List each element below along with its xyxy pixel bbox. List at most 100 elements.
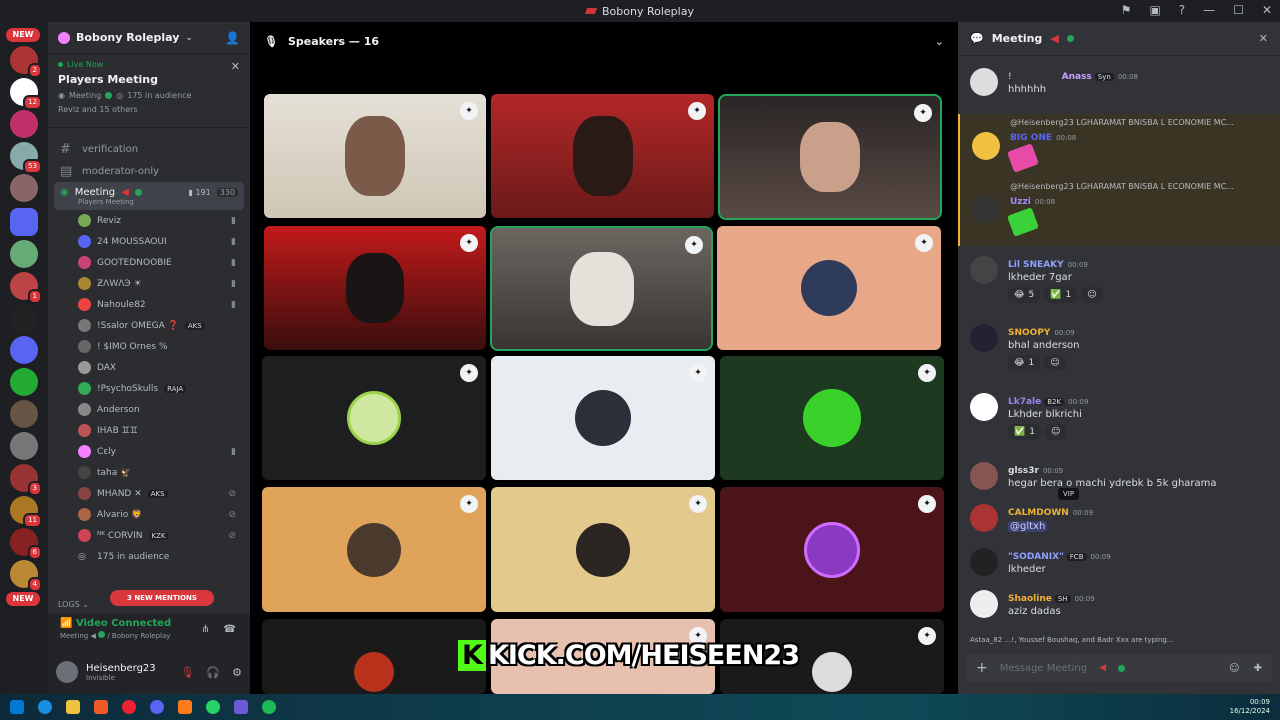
chat-message[interactable]: Lk7ale B2K 00:09 Lkhder blkrichi ✅ 1 ☺ — [958, 385, 1280, 440]
message-author[interactable]: "SODANIX" — [1008, 552, 1064, 562]
guild-header[interactable]: Bobony Roleplay ⌄ 👤 — [48, 22, 250, 54]
server-icon[interactable] — [10, 240, 38, 268]
chat-message[interactable]: "SODANIX" FCB 00:09 lkheder — [958, 540, 1280, 576]
chat-message[interactable]: Shaoline SH 00:09 aziz dadas — [958, 582, 1280, 618]
obs-icon[interactable] — [122, 700, 136, 714]
speaker-tile[interactable]: ✦ — [720, 356, 944, 480]
server-icon[interactable] — [10, 432, 38, 460]
close-icon[interactable]: ✕ — [1259, 32, 1268, 45]
server-icon[interactable] — [10, 368, 38, 396]
server-icon[interactable]: 6 — [10, 528, 42, 560]
message-composer[interactable]: + Message Meeting ◀ ☺ ✚ — [966, 654, 1272, 682]
server-icon[interactable] — [10, 174, 38, 202]
avatar[interactable] — [970, 256, 998, 284]
voice-user[interactable]: Anderson — [48, 399, 250, 420]
speaker-tile[interactable]: ✦ — [720, 487, 944, 612]
system-tray[interactable]: 00:09 16/12/2024 — [1230, 698, 1270, 716]
message-input[interactable]: Message Meeting — [1000, 663, 1087, 674]
voice-user[interactable]: ! $IMO Ornes % — [48, 336, 250, 357]
pin-icon[interactable]: ✦ — [460, 364, 478, 382]
add-reaction-icon[interactable]: ☺ — [1081, 287, 1103, 303]
avatar[interactable] — [970, 462, 998, 490]
reaction[interactable]: 😂 1 — [1008, 355, 1041, 371]
whatsapp-icon[interactable] — [206, 700, 220, 714]
server-icon[interactable]: 3 — [10, 464, 42, 496]
voice-user[interactable]: ᴺᴷ CORVIN KZK ⊘ — [48, 525, 250, 546]
chat-message[interactable]: Lil SNEAKY 00:09 lkheder 7gar 😂 5 ✅ 1 ☺ — [958, 248, 1280, 303]
server-icon[interactable]: 4 — [10, 560, 42, 592]
start-icon[interactable] — [10, 700, 24, 714]
message-author[interactable]: BIG ONE — [1010, 133, 1052, 143]
speaker-tile[interactable]: ✦ — [262, 356, 486, 480]
pin-icon[interactable]: ✦ — [918, 627, 936, 645]
channel-moderator-only[interactable]: ▤ moderator-only — [48, 160, 250, 182]
chat-message[interactable]: @Heisenberg23 LGHARAMAT BNISBA L ECONOMI… — [958, 114, 1280, 182]
channel-verification[interactable]: # verification — [48, 138, 250, 160]
minimize-button[interactable]: — — [1203, 3, 1215, 17]
apps-icon[interactable]: ✚ — [1254, 663, 1262, 674]
voice-user[interactable]: 24 MOUSSAOUI ▮ — [48, 231, 250, 252]
voice-user[interactable]: !PsychoSkulls RAJA — [48, 378, 250, 399]
avatar[interactable] — [56, 661, 78, 683]
discord-icon[interactable] — [150, 700, 164, 714]
avatar[interactable] — [972, 196, 1000, 224]
mic-muted-icon[interactable]: 🎙 — [180, 666, 194, 679]
chat-message[interactable]: @Heisenberg23 LGHARAMAT BNISBA L ECONOMI… — [958, 178, 1280, 246]
close-button[interactable]: ✕ — [1262, 3, 1272, 17]
server-icon[interactable]: 11 — [10, 496, 42, 528]
server-icon[interactable]: 2 — [10, 46, 42, 78]
reaction[interactable]: ✅ 1 — [1044, 287, 1078, 303]
voice-user[interactable]: Cεly ▮ — [48, 441, 250, 462]
message-author[interactable]: Shaoline — [1008, 594, 1052, 604]
app-icon[interactable] — [234, 700, 248, 714]
folder-icon[interactable] — [10, 208, 38, 236]
avatar[interactable] — [970, 548, 998, 576]
pin-icon[interactable]: ✦ — [915, 234, 933, 252]
headphones-icon[interactable]: 🎧 — [206, 666, 220, 679]
disconnect-icon[interactable]: ☎ — [224, 624, 236, 635]
speaker-tile[interactable]: ✦ — [264, 94, 486, 218]
audience-row[interactable]: ◎ 175 in audience — [48, 546, 250, 567]
noise-icon[interactable]: ⋔ — [201, 624, 209, 635]
voice-user[interactable]: !Ssalor OMEGA ❓ AKS — [48, 315, 250, 336]
voice-user[interactable]: Alvario 🦁 ⊘ — [48, 504, 250, 525]
voice-user[interactable]: Reviz ▮ — [48, 210, 250, 231]
chat-message[interactable]: ! Anass Syn 00:08 hhhhhh — [958, 60, 1280, 96]
chat-message[interactable]: glss3r 00:09 hegar bera o machi ydrebk b 5… — [958, 454, 1280, 490]
speaker-tile-speaking[interactable]: ✦ — [718, 94, 942, 220]
avatar[interactable] — [970, 68, 998, 96]
help-icon[interactable]: ? — [1179, 3, 1185, 17]
reply-preview[interactable]: @Heisenberg23 LGHARAMAT BNISBA L ECONOMI… — [1010, 118, 1280, 127]
server-icon[interactable]: 1 — [10, 272, 42, 304]
close-icon[interactable]: ✕ — [231, 60, 240, 73]
speaker-tile[interactable]: ✦ — [491, 94, 714, 218]
speaker-tile-speaking[interactable]: ✦ — [490, 226, 713, 351]
gear-icon[interactable]: ⚙ — [232, 666, 242, 679]
reaction[interactable]: 😂 5 — [1008, 287, 1041, 303]
message-author[interactable]: SNOOPY — [1008, 328, 1050, 338]
brave-icon[interactable] — [94, 700, 108, 714]
pin-icon[interactable]: ✦ — [918, 364, 936, 382]
add-reaction-icon[interactable]: ☺ — [1044, 424, 1067, 440]
speaker-tile[interactable]: ✦ — [264, 226, 486, 350]
message-author[interactable]: glss3r — [1008, 466, 1039, 476]
folder-icon[interactable] — [66, 700, 80, 714]
edge-icon[interactable] — [38, 700, 52, 714]
message-author[interactable]: Lk7ale — [1008, 397, 1041, 407]
message-author[interactable]: Anass — [1062, 72, 1092, 82]
pin-icon[interactable]: ✦ — [460, 102, 478, 120]
voice-user[interactable]: taha 🦅 — [48, 462, 250, 483]
pin-icon[interactable]: ✦ — [460, 495, 478, 513]
voice-user[interactable]: IHAB ♊♊ — [48, 420, 250, 441]
voice-user[interactable]: ƵΛWΛЭ ☀ ▮ — [48, 273, 250, 294]
message-author[interactable]: Lil SNEAKY — [1008, 260, 1064, 270]
speaker-tile[interactable]: ✦ — [491, 487, 715, 612]
chat-message[interactable]: SNOOPY 00:09 bhal anderson 😂 1 ☺ — [958, 316, 1280, 371]
server-icon[interactable] — [10, 110, 38, 138]
avatar[interactable] — [970, 504, 998, 532]
emoji-icon[interactable]: ☺ — [1229, 663, 1239, 674]
pin-icon[interactable]: ✦ — [685, 236, 703, 254]
voice-user[interactable]: DAX — [48, 357, 250, 378]
add-member-icon[interactable]: 👤 — [225, 31, 240, 45]
voice-user[interactable]: GOOTEDNOOBIE ▮ — [48, 252, 250, 273]
